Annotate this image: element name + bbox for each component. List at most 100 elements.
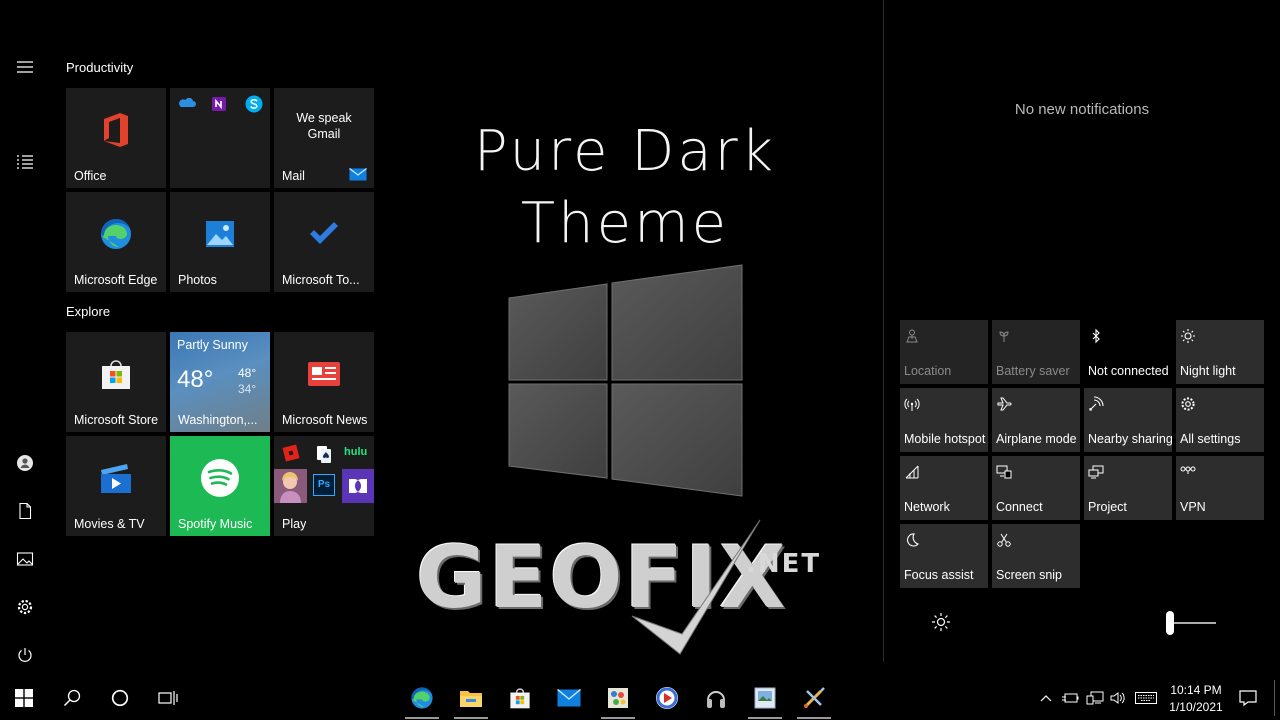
quick-action-night-light[interactable]: Night light [1176, 320, 1264, 384]
settings-button[interactable] [10, 592, 40, 622]
battery-saver-icon [999, 331, 1009, 342]
taskbar-app-tools[interactable] [792, 676, 836, 720]
quick-action-airplane-mode[interactable]: Airplane mode [992, 388, 1080, 452]
quick-action-all-settings[interactable]: All settings [1176, 388, 1264, 452]
tray-network-button[interactable] [1084, 676, 1106, 720]
taskbar-app-paint[interactable] [596, 676, 640, 720]
quick-action-label: Focus assist [904, 568, 974, 582]
roblox-icon [282, 444, 300, 462]
quick-action-label: All settings [1180, 432, 1241, 446]
taskbar-app-photo-viewer[interactable] [743, 676, 787, 720]
tile-mail[interactable]: We speak Gmail Mail [274, 88, 374, 188]
tile-folder-apps[interactable] [170, 88, 270, 188]
tile-label: Microsoft Edge [74, 273, 158, 287]
documents-button[interactable] [10, 496, 40, 526]
tile-weather[interactable]: Partly Sunny 48° 48° 34° Washington,... [170, 332, 270, 432]
settings-icon [1181, 397, 1195, 411]
clock-time: 10:14 PM [1170, 683, 1222, 697]
quick-action-connect[interactable]: Connect [992, 456, 1080, 520]
show-hidden-icons-button[interactable] [1036, 676, 1056, 720]
tile-todo[interactable]: Microsoft To... [274, 192, 374, 292]
edge-icon [411, 687, 433, 709]
photoshop-logo: Ps [313, 474, 335, 496]
store-bag-icon [510, 688, 530, 709]
taskbar-app-media-player[interactable] [645, 676, 689, 720]
quick-action-network[interactable]: Network [900, 456, 988, 520]
spotify-icon [201, 459, 239, 497]
weather-high: 48° [238, 366, 257, 380]
quick-action-screen-snip[interactable]: Screen snip [992, 524, 1080, 588]
tray-volume-button[interactable] [1108, 676, 1128, 720]
onedrive-icon [179, 98, 196, 107]
tile-edge[interactable]: Microsoft Edge [66, 192, 166, 292]
folder-icon [460, 691, 482, 707]
tray-touch-keyboard-button[interactable] [1133, 676, 1159, 720]
group-title-productivity: Productivity [66, 60, 134, 75]
quick-action-label: Screen snip [996, 568, 1063, 582]
mail-icon [349, 168, 367, 181]
tile-label: Washington,... [178, 413, 258, 427]
quick-action-bluetooth[interactable]: Not connected [1084, 320, 1172, 384]
search-icon [63, 689, 81, 707]
taskbar-app-edge[interactable] [400, 676, 444, 720]
taskbar-clock[interactable]: 10:14 PM 1/10/2021 [1160, 682, 1232, 716]
quick-action-battery-saver[interactable]: Battery saver [992, 320, 1080, 384]
taskbar-app-file-explorer[interactable] [449, 676, 493, 720]
tile-photos[interactable]: Photos [170, 192, 270, 292]
photo-viewer-icon [754, 687, 776, 709]
quick-action-mobile-hotspot[interactable]: Mobile hotspot [900, 388, 988, 452]
taskbar-app-mail[interactable] [547, 676, 591, 720]
quick-action-vpn[interactable]: VPN [1176, 456, 1264, 520]
taskbar-app-headset[interactable] [694, 676, 738, 720]
search-button[interactable] [50, 676, 94, 720]
power-icon [18, 648, 32, 662]
quick-action-label: Nearby sharing [1088, 432, 1173, 446]
tile-play-folder[interactable]: hulu Ps Play [274, 436, 374, 536]
cortana-icon [111, 689, 129, 707]
tile-label: Play [282, 517, 307, 531]
quick-action-label: Location [904, 364, 952, 378]
dolby-access-icon [342, 469, 374, 503]
checkmark-swoosh-icon [631, 519, 761, 655]
tile-office[interactable]: Office [66, 88, 166, 188]
pictures-button[interactable] [10, 544, 40, 574]
quick-action-location[interactable]: Location [900, 320, 988, 384]
task-view-button[interactable] [146, 676, 190, 720]
tray-battery-button[interactable] [1060, 676, 1080, 720]
document-icon [19, 502, 32, 520]
show-desktop-button[interactable] [1274, 680, 1275, 716]
headset-icon [707, 691, 725, 708]
quick-action-focus-assist[interactable]: Focus assist [900, 524, 988, 588]
onenote-icon [212, 97, 226, 111]
tile-spotify[interactable]: Spotify Music [170, 436, 270, 536]
chevron-up-icon [1040, 695, 1052, 702]
speaker-volume-icon [1110, 692, 1125, 704]
office-icon [104, 113, 128, 147]
all-apps-icon [17, 155, 33, 169]
tile-store[interactable]: Microsoft Store [66, 332, 166, 432]
taskbar: 10:14 PM 1/10/2021 [0, 676, 1280, 720]
airplane-icon [997, 397, 1012, 411]
all-apps-button[interactable] [10, 147, 40, 177]
action-center-button[interactable] [1234, 676, 1262, 720]
tile-news[interactable]: Microsoft News [274, 332, 374, 432]
quick-action-label: Connect [996, 500, 1043, 514]
cortana-button[interactable] [98, 676, 142, 720]
start-button[interactable] [2, 676, 46, 720]
clock-date: 1/10/2021 [1169, 700, 1223, 714]
project-icon [1088, 465, 1104, 479]
brightness-slider-track[interactable] [1170, 622, 1216, 624]
taskbar-app-store[interactable] [498, 676, 542, 720]
store-bag-icon [102, 360, 130, 389]
power-button[interactable] [10, 640, 40, 670]
quick-action-label: Project [1088, 500, 1127, 514]
quick-action-label: Airplane mode [996, 432, 1077, 446]
quick-action-project[interactable]: Project [1084, 456, 1172, 520]
brightness-slider-thumb[interactable] [1166, 611, 1174, 635]
user-account-button[interactable] [10, 448, 40, 478]
tile-movies-tv[interactable]: Movies & TV [66, 436, 166, 536]
hamburger-menu-button[interactable] [10, 52, 40, 82]
ethernet-network-icon [1086, 691, 1104, 705]
quick-action-nearby-sharing[interactable]: Nearby sharing [1084, 388, 1173, 452]
quick-action-label: Night light [1180, 364, 1236, 378]
